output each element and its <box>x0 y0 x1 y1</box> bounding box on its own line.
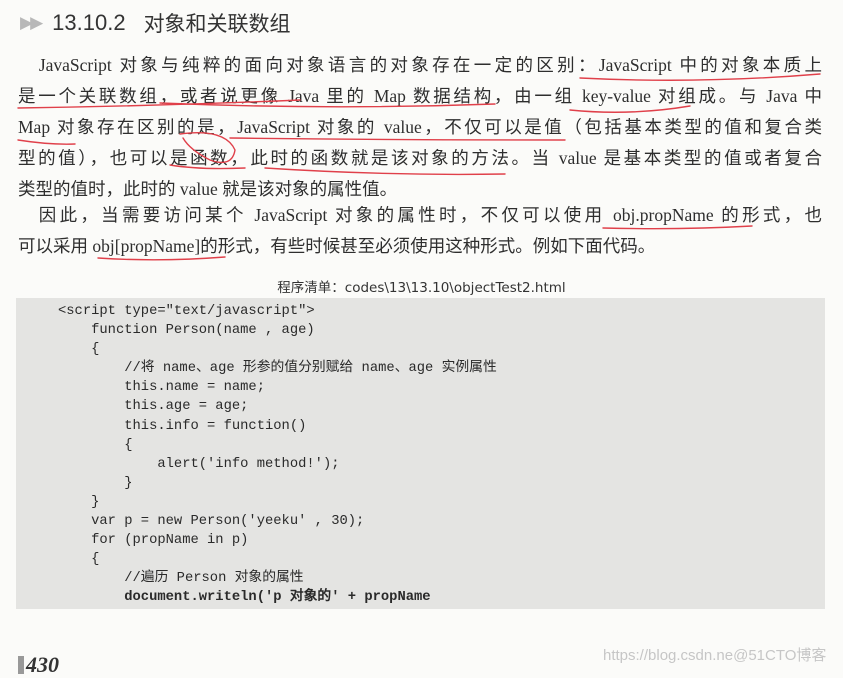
code-line: { <box>58 552 100 568</box>
paragraph-2: 因此，当需要访问某个 JavaScript 对象的属性时，不仅可以使用 obj.… <box>18 200 822 262</box>
code-line: document.writeln('p 对象的' + propName <box>58 590 431 606</box>
code-line: for (propName in p) <box>58 533 249 549</box>
code-line: var p = new Person('yeeku' , 30); <box>58 514 365 530</box>
page-marker-bar <box>18 656 24 674</box>
listing-caption: 程序清单：codes\13\13.10\objectTest2.html <box>277 280 566 296</box>
code-line: } <box>58 475 133 491</box>
code-listing: <script type="text/javascript"> function… <box>58 302 497 608</box>
watermark: https://blog.csdn.ne@51CTO博客 <box>603 647 827 664</box>
section-heading: ▶▶ 13.10.2 对象和关联数组 <box>20 8 291 38</box>
code-line: //将 name、age 形参的值分别赋给 name、age 实例属性 <box>58 361 497 377</box>
text-line: 可以采用 obj[propName]的形式，有些时候甚至必须使用这种形式。例如下… <box>18 236 656 256</box>
code-line: <script type="text/javascript"> <box>58 304 315 319</box>
code-block: <script type="text/javascript"> function… <box>16 298 825 609</box>
code-line: } <box>58 494 100 510</box>
paragraph-1: JavaScript 对象与纯粹的面向对象语言的对象存在一定的区别：JavaSc… <box>18 50 822 205</box>
section-title: 对象和关联数组 <box>143 12 291 36</box>
text-line: 型的值），也可以是函数，此时的函数就是该对象的方法。当 value 是基本类型的… <box>18 148 822 168</box>
code-line: this.info = function() <box>58 418 307 434</box>
page-number-text: 430 <box>26 652 59 677</box>
code-line: this.age = age; <box>58 399 249 415</box>
text-line: JavaScript 对象与纯粹的面向对象语言的对象存在一定的区别：JavaSc… <box>18 55 822 75</box>
code-line: { <box>58 342 100 358</box>
double-chevron-icon: ▶▶ <box>20 13 43 33</box>
text-line: Map 对象存在区别的是，JavaScript 对象的 value，不仅可以是值… <box>18 117 822 137</box>
page-number: 430 <box>18 652 59 678</box>
code-line: { <box>58 437 133 453</box>
section-number: 13.10.2 <box>52 10 126 35</box>
code-line: alert('info method!'); <box>58 456 340 472</box>
text-line: 因此，当需要访问某个 JavaScript 对象的属性时，不仅可以使用 obj.… <box>18 205 822 225</box>
text-line: 是一个关联数组，或者说更像 Java 里的 Map 数据结构，由一组 key-v… <box>18 86 822 106</box>
code-line: //遍历 Person 对象的属性 <box>58 571 304 587</box>
code-line: this.name = name; <box>58 380 265 396</box>
code-line: function Person(name , age) <box>58 323 315 339</box>
